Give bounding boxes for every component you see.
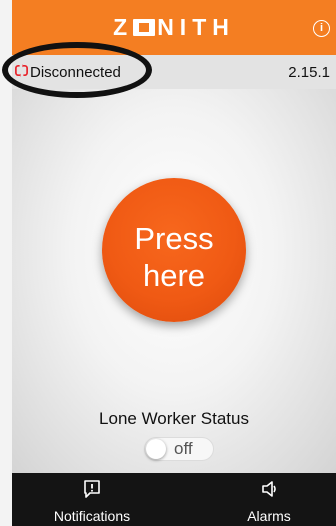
nav-label-notifications: Notifications bbox=[53, 508, 131, 524]
top-bar: Z NITH i bbox=[12, 0, 336, 55]
logo-letter-z: Z bbox=[113, 14, 134, 40]
press-button-label-line2: here bbox=[142, 258, 206, 293]
press-button-label-line1: Press bbox=[134, 221, 214, 256]
lone-worker-toggle[interactable]: off bbox=[144, 437, 214, 461]
logo-letters: NITH bbox=[157, 14, 235, 40]
lone-worker-status-label: Lone Worker Status bbox=[99, 409, 249, 428]
nav-item-alarms[interactable]: Alarms bbox=[234, 473, 304, 526]
press-here-button[interactable]: Press here bbox=[102, 178, 246, 322]
speaker-icon bbox=[262, 481, 276, 497]
notification-icon bbox=[84, 480, 100, 498]
main-panel: Press here Lone Worker Status off bbox=[12, 89, 336, 473]
toggle-knob bbox=[146, 439, 166, 459]
disconnected-icon bbox=[15, 63, 28, 78]
info-icon[interactable]: i bbox=[313, 20, 330, 37]
nav-label-alarms: Alarms bbox=[247, 508, 291, 524]
brand-logo: Z NITH bbox=[12, 14, 336, 41]
app-screen: Z NITH i Disconnected 2.15.1 Press here L… bbox=[0, 0, 336, 526]
status-bar: Disconnected 2.15.1 bbox=[12, 55, 336, 89]
logo-square-o bbox=[133, 19, 156, 36]
nav-item-notifications[interactable]: Notifications bbox=[42, 473, 142, 526]
toggle-state-text: off bbox=[174, 439, 193, 458]
connection-status: Disconnected bbox=[30, 64, 121, 81]
bottom-nav: Notifications Alarms bbox=[12, 473, 336, 526]
app-version: 2.15.1 bbox=[288, 64, 330, 81]
